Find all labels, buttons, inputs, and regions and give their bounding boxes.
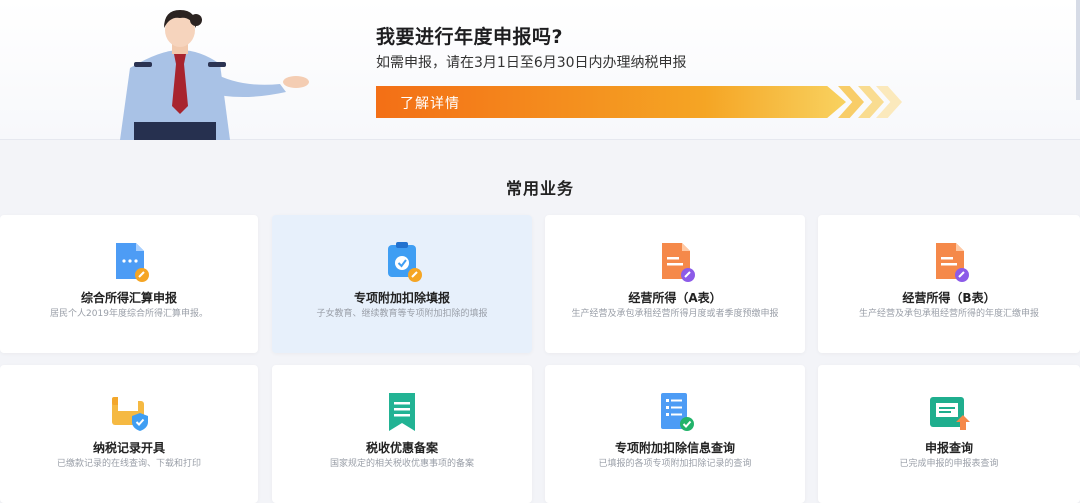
service-card-special-deduction[interactable]: 专项附加扣除填报 子女教育、继续教育等专项附加扣除的填报 <box>272 215 532 353</box>
tax-officer-illustration <box>120 10 309 140</box>
service-card-annual-settlement[interactable]: 综合所得汇算申报 居民个人2019年度综合所得汇算申报。 <box>0 215 258 353</box>
learn-more-button[interactable]: 了解详情 <box>376 86 846 118</box>
card-title: 申报查询 <box>924 441 973 455</box>
notice-banner: 我要进行年度申报吗? 如需申报，请在3月1日至6月30日内办理纳税申报 了解详情 <box>0 0 1080 140</box>
card-description: 生产经营及承包承租经营所得月度或者季度预缴申报 <box>571 309 779 319</box>
banner-title: 我要进行年度申报吗? <box>376 26 564 48</box>
service-card-tax-record[interactable]: 纳税记录开具 已缴款记录的在线查询、下载和打印 <box>0 365 258 503</box>
section-title: 常用业务 <box>505 179 574 198</box>
bookmark-list-icon <box>389 393 415 431</box>
card-title: 专项附加扣除信息查询 <box>614 441 735 455</box>
folder-upload-icon <box>930 397 970 430</box>
card-description: 已完成申报的申报表查询 <box>899 459 999 469</box>
card-title: 经营所得（A表） <box>628 291 722 305</box>
card-description: 已缴款记录的在线查询、下载和打印 <box>56 459 201 469</box>
service-card-filing-query[interactable]: 申报查询 已完成申报的申报表查询 <box>818 365 1080 503</box>
service-card-business-income-a[interactable]: 经营所得（A表） 生产经营及承包承租经营所得月度或者季度预缴申报 <box>545 215 805 353</box>
checklist-query-icon <box>661 393 694 431</box>
document-orange-pen-icon <box>936 243 969 282</box>
card-title: 综合所得汇算申报 <box>80 291 177 305</box>
card-description: 子女教育、继续教育等专项附加扣除的填报 <box>316 309 488 319</box>
document-orange-pen-icon <box>662 243 695 282</box>
clipboard-check-icon <box>388 242 422 282</box>
card-description: 生产经营及承包承租经营所得的年度汇缴申报 <box>858 309 1039 319</box>
card-title: 专项附加扣除填报 <box>353 291 450 305</box>
banner-subtitle: 如需申报，请在3月1日至6月30日内办理纳税申报 <box>376 55 687 71</box>
folder-shield-icon <box>112 395 148 431</box>
banner-edge <box>1076 0 1080 100</box>
document-blue-icon <box>116 243 149 282</box>
card-description: 居民个人2019年度综合所得汇算申报。 <box>50 309 208 319</box>
card-description: 国家规定的相关税收优惠事项的备案 <box>329 459 474 469</box>
card-title: 纳税记录开具 <box>92 441 165 455</box>
card-description: 已填报的各项专项附加扣除记录的查询 <box>598 459 752 469</box>
service-card-business-income-b[interactable]: 经营所得（B表） 生产经营及承包承租经营所得的年度汇缴申报 <box>818 215 1080 353</box>
learn-more-label: 了解详情 <box>400 96 460 112</box>
service-card-deduction-query[interactable]: 专项附加扣除信息查询 已填报的各项专项附加扣除记录的查询 <box>545 365 805 503</box>
card-title: 经营所得（B表） <box>902 291 996 305</box>
card-title: 税收优惠备案 <box>365 441 438 455</box>
service-card-tax-incentive-filing[interactable]: 税收优惠备案 国家规定的相关税收优惠事项的备案 <box>272 365 532 503</box>
